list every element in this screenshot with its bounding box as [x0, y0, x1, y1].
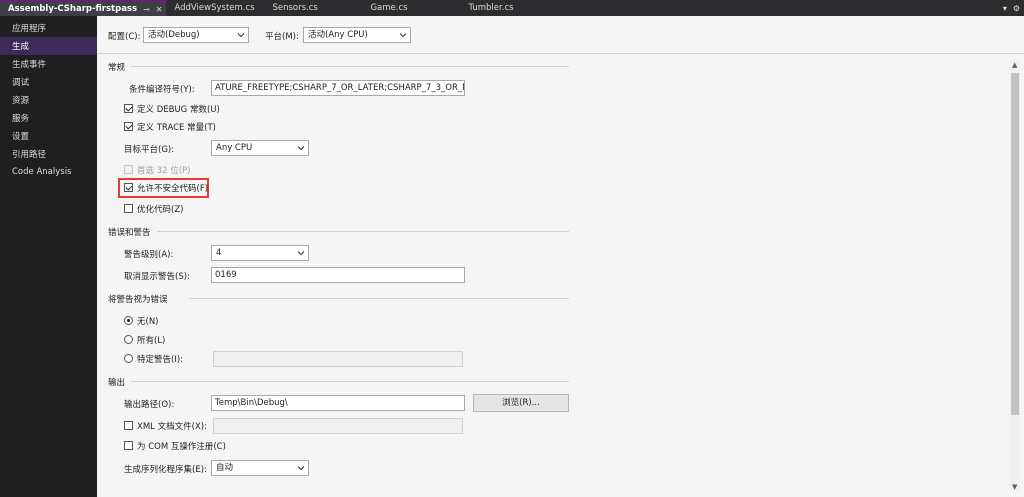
tab-sensors[interactable]: Sensors.cs — [264, 0, 362, 16]
tab-tumbler[interactable]: Tumbler.cs — [460, 0, 558, 16]
configuration-label: 配置(C): — [108, 32, 141, 42]
treat-warnings-all-radio[interactable] — [124, 335, 133, 344]
pin-icon[interactable]: ⊸ — [143, 5, 150, 14]
tab-label: Game.cs — [370, 3, 408, 13]
target-platform-label: 目标平台(G): — [124, 145, 175, 155]
section-divider — [157, 231, 569, 232]
sidebar-item-label: 应用程序 — [12, 24, 47, 34]
com-interop-checkbox[interactable] — [124, 441, 133, 450]
sidebar-item-label: 设置 — [12, 132, 30, 142]
treat-warnings-all-label: 所有(L) — [137, 336, 166, 346]
document-tab-strip: Assembly-CSharp-firstpass ⊸ ✕ AddViewSys… — [0, 0, 1024, 16]
warning-level-select[interactable]: 4 — [211, 245, 309, 261]
configuration-bar: 配置(C): 活动(Debug) 平台(M): 活动(Any CPU) — [97, 16, 1024, 54]
section-divider — [189, 298, 569, 299]
tabstrip-actions: ▾ ⚙ — [1003, 0, 1024, 16]
xml-doc-checkbox[interactable] — [124, 421, 133, 430]
sidebar-item-build[interactable]: 生成 — [0, 37, 98, 55]
sidebar-item-label: Code Analysis — [12, 167, 72, 177]
vertical-scrollbar[interactable]: ▲ ▼ — [1010, 61, 1020, 491]
sidebar-item-reference-paths[interactable]: 引用路径 — [0, 145, 97, 163]
output-path-input[interactable]: Temp\Bin\Debug\ — [211, 395, 465, 411]
output-path-label: 输出路径(O): — [124, 400, 175, 410]
platform-label: 平台(M): — [265, 32, 299, 42]
tab-game[interactable]: Game.cs — [362, 0, 460, 16]
xml-doc-input[interactable] — [213, 418, 463, 434]
scroll-up-icon[interactable]: ▲ — [1012, 61, 1017, 69]
platform-value: 活动(Any CPU) — [308, 30, 368, 40]
define-trace-checkbox[interactable] — [124, 122, 133, 131]
tab-label: Sensors.cs — [272, 3, 318, 13]
section-title-errors-warnings: 错误和警告 — [108, 228, 151, 238]
chevron-down-icon — [238, 33, 244, 38]
chevron-down-icon — [298, 466, 304, 471]
sidebar-item-label: 生成 — [12, 42, 30, 52]
suppress-warnings-input[interactable]: 0169 — [211, 267, 465, 283]
sidebar-item-services[interactable]: 服务 — [0, 109, 97, 127]
allow-unsafe-code-checkbox[interactable] — [124, 183, 133, 192]
sidebar-item-debug[interactable]: 调试 — [0, 73, 97, 91]
prefer-32bit-label: 首选 32 位(P) — [137, 166, 191, 176]
conditional-symbols-input[interactable]: ATURE_FREETYPE;CSHARP_7_OR_LATER;CSHARP_… — [211, 80, 465, 96]
define-debug-checkbox[interactable] — [124, 104, 133, 113]
tab-label: Tumbler.cs — [468, 3, 514, 13]
sidebar-item-application[interactable]: 应用程序 — [0, 19, 97, 37]
settings-scroll-area: 常规 条件编译符号(Y): ATURE_FREETYPE;CSHARP_7_OR… — [97, 55, 1024, 497]
section-divider — [131, 381, 569, 382]
chevron-down-icon — [298, 146, 304, 151]
serialization-assembly-value: 自动 — [216, 463, 234, 473]
section-title-general: 常规 — [108, 63, 126, 73]
section-title-output: 输出 — [108, 378, 126, 388]
target-platform-value: Any CPU — [216, 143, 253, 153]
warning-level-value: 4 — [216, 248, 222, 258]
suppress-warnings-label: 取消显示警告(S): — [124, 272, 190, 282]
section-title-treat-warnings: 将警告视为错误 — [108, 295, 168, 305]
platform-select[interactable]: 活动(Any CPU) — [303, 27, 411, 43]
configuration-value: 活动(Debug) — [148, 30, 200, 40]
serialization-assembly-select[interactable]: 自动 — [211, 460, 309, 476]
treat-warnings-specific-radio[interactable] — [124, 354, 133, 363]
sidebar-item-build-events[interactable]: 生成事件 — [0, 55, 97, 73]
optimize-code-checkbox[interactable] — [124, 204, 133, 213]
chevron-down-icon — [400, 33, 406, 38]
configuration-select[interactable]: 活动(Debug) — [143, 27, 249, 43]
close-icon[interactable]: ✕ — [156, 5, 163, 14]
tab-dropdown-icon[interactable]: ▾ — [1003, 4, 1007, 13]
sidebar-item-label: 资源 — [12, 96, 30, 106]
optimize-code-label: 优化代码(Z) — [137, 205, 184, 215]
xml-doc-label: XML 文档文件(X): — [137, 422, 207, 432]
tab-addviewsystem[interactable]: AddViewSystem.cs — [166, 0, 264, 16]
sidebar-item-label: 调试 — [12, 78, 30, 88]
scrollbar-thumb[interactable] — [1011, 73, 1019, 415]
sidebar-item-label: 服务 — [12, 114, 30, 124]
tab-assembly-csharp-firstpass[interactable]: Assembly-CSharp-firstpass ⊸ ✕ — [0, 0, 167, 16]
target-platform-select[interactable]: Any CPU — [211, 140, 309, 156]
section-divider — [131, 66, 569, 67]
property-sidebar: 应用程序 生成 生成事件 调试 资源 服务 设置 引用路径 Code Analy… — [0, 16, 98, 497]
allow-unsafe-code-label: 允许不安全代码(F) — [137, 184, 209, 194]
sidebar-item-label: 生成事件 — [12, 60, 47, 70]
tab-label: Assembly-CSharp-firstpass — [8, 4, 138, 14]
conditional-symbols-label: 条件编译符号(Y): — [129, 85, 195, 95]
scroll-down-icon[interactable]: ▼ — [1012, 483, 1017, 491]
sidebar-item-resources[interactable]: 资源 — [0, 91, 97, 109]
com-interop-label: 为 COM 互操作注册(C) — [137, 442, 226, 452]
treat-warnings-none-radio[interactable] — [124, 316, 133, 325]
define-trace-label: 定义 TRACE 常量(T) — [137, 123, 216, 133]
specific-warnings-input[interactable] — [213, 351, 463, 367]
sidebar-item-code-analysis[interactable]: Code Analysis — [0, 163, 97, 181]
sidebar-item-settings[interactable]: 设置 — [0, 127, 97, 145]
browse-button[interactable]: 浏览(R)... — [473, 394, 569, 412]
define-debug-label: 定义 DEBUG 常数(U) — [137, 105, 220, 115]
serialization-assembly-label: 生成序列化程序集(E): — [124, 465, 207, 475]
build-properties-page: 配置(C): 活动(Debug) 平台(M): 活动(Any CPU) 常规 条… — [97, 16, 1024, 497]
sidebar-item-label: 引用路径 — [12, 150, 47, 160]
settings-icon[interactable]: ⚙ — [1013, 4, 1020, 13]
treat-warnings-none-label: 无(N) — [137, 317, 159, 327]
warning-level-label: 警告级别(A): — [124, 250, 174, 260]
prefer-32bit-checkbox[interactable] — [124, 165, 133, 174]
treat-warnings-specific-label: 特定警告(I): — [137, 355, 184, 365]
tab-label: AddViewSystem.cs — [174, 3, 255, 13]
chevron-down-icon — [298, 251, 304, 256]
